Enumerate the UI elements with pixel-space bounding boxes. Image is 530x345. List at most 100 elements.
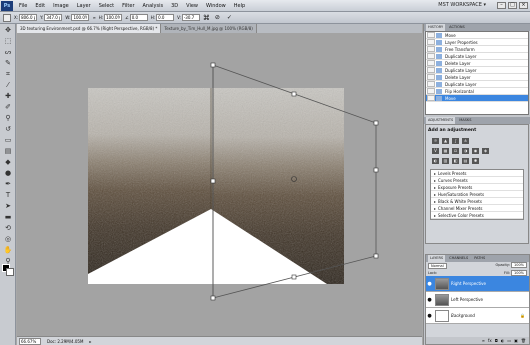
menu-view[interactable]: View (182, 3, 202, 9)
menu-3d[interactable]: 3D (167, 3, 182, 9)
history-item[interactable]: Delete Layer (426, 74, 528, 81)
healing-brush-tool-icon[interactable]: ✚ (2, 91, 14, 101)
preset-selective-color[interactable]: Selective Color Presets (431, 212, 523, 219)
tab-paths[interactable]: PATHS (472, 255, 487, 262)
minimize-icon[interactable]: – (497, 2, 506, 9)
history-checkbox[interactable] (427, 95, 435, 101)
invert-icon[interactable]: ◐ (432, 158, 439, 164)
eye-icon[interactable]: ● (426, 281, 433, 287)
tab-masks[interactable]: MASKS (457, 117, 473, 124)
status-menu-arrow-icon[interactable]: ▸ (89, 339, 91, 344)
tab-texture-jpg[interactable]: Texture_by_Tim_Hull_M.jpg @ 100% (RGB/8) (161, 24, 257, 33)
history-checkbox[interactable] (427, 32, 435, 38)
layer-row-right-perspective[interactable]: ● Right Perspective (426, 276, 529, 292)
height-input[interactable] (104, 14, 123, 21)
layer-name[interactable]: Left Perspective (451, 297, 483, 302)
crop-tool-icon[interactable]: ⌗ (2, 69, 14, 79)
history-checkbox[interactable] (427, 81, 435, 87)
adjustment-layer-icon[interactable]: ◐ (501, 338, 505, 343)
trash-icon[interactable]: 🗑 (521, 338, 526, 343)
layer-row-background[interactable]: ● Background 🔒 (426, 308, 529, 324)
tab-layers[interactable]: LAYERS (428, 255, 446, 262)
posterize-icon[interactable]: ▥ (442, 158, 449, 164)
tab-channels[interactable]: CHANNELS (447, 255, 470, 262)
shape-tool-icon[interactable]: ▬ (2, 212, 14, 222)
menu-image[interactable]: Image (49, 3, 73, 9)
link-icon[interactable]: ∞ (92, 15, 95, 20)
menu-file[interactable]: File (15, 3, 31, 9)
history-item[interactable]: Duplicate Layer (426, 53, 528, 60)
dodge-tool-icon[interactable]: ● (2, 168, 14, 178)
h-skew-input[interactable] (156, 14, 175, 21)
menu-layer[interactable]: Layer (73, 3, 95, 9)
hue-saturation-icon[interactable]: ▦ (442, 148, 449, 154)
quick-select-tool-icon[interactable]: ✎ (2, 58, 14, 68)
history-item[interactable]: Duplicate Layer (426, 67, 528, 74)
history-item[interactable]: Free Transform (426, 46, 528, 53)
eraser-tool-icon[interactable]: ▭ (2, 135, 14, 145)
menu-analysis[interactable]: Analysis (139, 3, 168, 9)
black-white-icon[interactable]: ◑ (462, 148, 469, 154)
3d-orbit-tool-icon[interactable]: ◎ (2, 234, 14, 244)
layer-name[interactable]: Right Perspective (451, 281, 486, 286)
workspace-switcher[interactable]: MST WORKSPACE ▾ (438, 2, 486, 8)
path-select-tool-icon[interactable]: ➤ (2, 201, 14, 211)
fx-icon[interactable]: fx (488, 338, 492, 343)
3d-rotate-tool-icon[interactable]: ⟲ (2, 223, 14, 233)
hand-tool-icon[interactable]: ✋ (2, 245, 14, 255)
tab-history[interactable]: HISTORY (426, 24, 446, 31)
canvas-area[interactable] (17, 33, 422, 336)
history-brush-tool-icon[interactable]: ↺ (2, 124, 14, 134)
history-item[interactable]: Move (426, 32, 528, 39)
mask-icon[interactable]: ◘ (495, 338, 498, 343)
history-item-selected[interactable]: Move (426, 95, 528, 102)
lasso-tool-icon[interactable]: ᔕ (2, 47, 14, 57)
photo-filter-icon[interactable]: ◉ (472, 148, 479, 154)
y-input[interactable] (44, 14, 63, 21)
eye-icon[interactable]: ● (426, 297, 433, 303)
history-checkbox[interactable] (427, 39, 435, 45)
history-checkbox[interactable] (427, 88, 435, 94)
width-input[interactable] (71, 14, 90, 21)
x-input[interactable] (19, 14, 38, 21)
menu-filter[interactable]: Filter (118, 3, 138, 9)
layer-row-left-perspective[interactable]: ● Left Perspective (426, 292, 529, 308)
new-layer-icon[interactable]: ▣ (514, 338, 518, 343)
maximize-icon[interactable]: □ (508, 2, 517, 9)
pen-tool-icon[interactable]: ✒ (2, 179, 14, 189)
link-layers-icon[interactable]: ∞ (482, 338, 485, 343)
history-checkbox[interactable] (427, 67, 435, 73)
type-tool-icon[interactable]: T (2, 190, 14, 200)
brush-tool-icon[interactable]: ✐ (2, 102, 14, 112)
gradient-map-icon[interactable]: ▤ (462, 158, 469, 164)
opacity-field[interactable]: 100% (510, 262, 527, 268)
warp-toggle-icon[interactable]: ⌘ (203, 14, 210, 22)
fill-field[interactable]: 100% (510, 270, 527, 276)
group-icon[interactable]: ▭ (507, 338, 511, 343)
gradient-tool-icon[interactable]: ▤ (2, 146, 14, 156)
commit-transform-icon[interactable]: ✓ (225, 14, 234, 21)
history-checkbox[interactable] (427, 74, 435, 80)
tab-adjustments[interactable]: ADJUSTMENTS (426, 117, 456, 124)
blur-tool-icon[interactable]: ◆ (2, 157, 14, 167)
menu-window[interactable]: Window (202, 3, 230, 9)
clone-stamp-tool-icon[interactable]: ⚲ (2, 113, 14, 123)
v-skew-input[interactable] (181, 14, 200, 21)
menu-select[interactable]: Select (95, 3, 118, 9)
move-tool-icon[interactable]: ✥ (2, 25, 14, 35)
close-icon[interactable]: × (519, 2, 528, 9)
history-checkbox[interactable] (427, 60, 435, 66)
blend-mode-select[interactable]: Normal (428, 263, 447, 269)
menu-edit[interactable]: Edit (31, 3, 49, 9)
marquee-tool-icon[interactable]: ⬚ (2, 36, 14, 46)
brightness-icon[interactable]: ☼ (432, 138, 439, 144)
background-color-swatch[interactable] (6, 268, 14, 276)
cancel-transform-icon[interactable]: ⊘ (213, 14, 222, 21)
transform-bounding-box[interactable] (17, 33, 422, 336)
exposure-icon[interactable]: ± (462, 138, 469, 144)
angle-input[interactable] (129, 14, 148, 21)
eye-icon[interactable]: ● (426, 313, 433, 319)
history-item[interactable]: Delete Layer (426, 60, 528, 67)
history-item[interactable]: Duplicate Layer (426, 81, 528, 88)
menu-help[interactable]: Help (230, 3, 249, 9)
